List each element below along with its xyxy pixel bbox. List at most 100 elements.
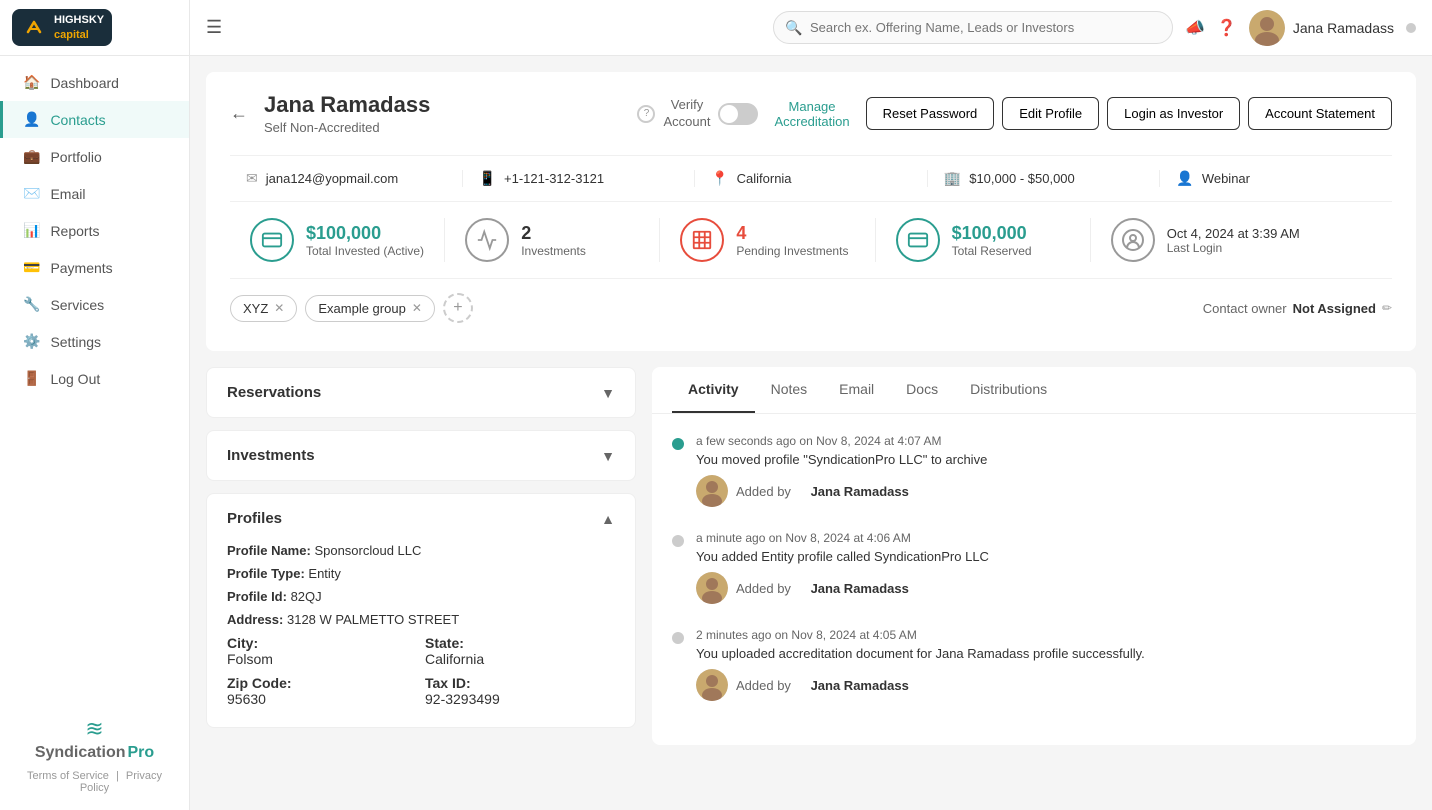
reservations-header[interactable]: Reservations ▼: [207, 368, 635, 417]
activity-item-2: 2 minutes ago on Nov 8, 2024 at 4:05 AM …: [672, 628, 1396, 701]
activity-user-2: Added by Jana Ramadass: [696, 669, 1396, 701]
tab-distributions[interactable]: Distributions: [954, 367, 1063, 413]
activity-username-2: Jana Ramadass: [811, 678, 909, 693]
tab-email[interactable]: Email: [823, 367, 890, 413]
sidebar-item-services[interactable]: 🔧 Services: [0, 286, 189, 323]
sidebar-item-contacts[interactable]: 👤 Contacts: [0, 101, 189, 138]
right-panel: Activity Notes Email Docs Distributions …: [652, 367, 1416, 745]
profile-field-address: Address: 3128 W PALMETTO STREET: [227, 612, 615, 627]
activity-dot-1: [672, 535, 684, 547]
verify-toggle[interactable]: [718, 103, 758, 125]
reports-icon: 📊: [23, 222, 40, 239]
stat-invested-value: $100,000: [306, 223, 424, 244]
edit-profile-button[interactable]: Edit Profile: [1002, 97, 1099, 130]
sidebar-item-dashboard[interactable]: 🏠 Dashboard: [0, 64, 189, 101]
profiles-title: Profiles: [227, 510, 282, 527]
user-avatar-icon-2: [696, 669, 728, 701]
sidebar-item-reports[interactable]: 📊 Reports: [0, 212, 189, 249]
email-value: jana124@yopmail.com: [266, 171, 398, 186]
email-info: ✉ jana124@yopmail.com: [230, 170, 463, 187]
main-content: ☰ 🔍 📣 ❓ Jana Ramadass: [190, 0, 1432, 810]
sidebar-item-logout[interactable]: 🚪 Log Out: [0, 360, 189, 397]
money-icon: [261, 229, 283, 251]
profile-name: Jana Ramadass: [264, 92, 621, 118]
contact-owner-edit-icon[interactable]: ✏: [1382, 301, 1392, 315]
building-icon: [691, 229, 713, 251]
profile-field-taxid: Tax ID: 92-3293499: [425, 675, 615, 707]
stat-reserved-label: Total Reserved: [952, 244, 1032, 258]
profile-fields-grid: City: Folsom State: California Zip Code:…: [227, 635, 615, 707]
investments-header[interactable]: Investments ▼: [207, 431, 635, 480]
account-statement-button[interactable]: Account Statement: [1248, 97, 1392, 130]
tabs: Activity Notes Email Docs Distributions: [652, 367, 1416, 414]
reservations-arrow: ▼: [601, 385, 615, 401]
payments-icon: 💳: [23, 259, 40, 276]
profile-field-city: City: Folsom: [227, 635, 417, 667]
last-login-value: Oct 4, 2024 at 3:39 AM: [1167, 226, 1300, 241]
activity-text-1: You added Entity profile called Syndicat…: [696, 549, 1396, 564]
profile-field-zip: Zip Code: 95630: [227, 675, 417, 707]
login-as-investor-button[interactable]: Login as Investor: [1107, 97, 1240, 130]
verify-label: VerifyAccount: [663, 97, 710, 131]
logout-icon: 🚪: [23, 370, 40, 387]
phone-value: +1-121-312-3121: [504, 171, 604, 186]
profiles-header[interactable]: Profiles ▲: [207, 494, 635, 543]
sidebar-item-label: Portfolio: [50, 149, 101, 165]
profile-field-type: Profile Type: Entity: [227, 566, 615, 581]
last-login-icon: [1111, 218, 1155, 262]
activity-avatar-0: [696, 475, 728, 507]
contact-owner: Contact owner Not Assigned ✏: [1203, 301, 1392, 316]
activity-text-0: You moved profile "SyndicationPro LLC" t…: [696, 452, 1396, 467]
brand-tilde-icon: ≋: [85, 718, 103, 740]
notification-icon[interactable]: 📣: [1185, 18, 1205, 38]
tab-content-activity: a few seconds ago on Nov 8, 2024 at 4:07…: [652, 414, 1416, 745]
stat-total-invested: $100,000 Total Invested (Active): [230, 218, 445, 262]
profile-field-name: Profile Name: Sponsorcloud LLC: [227, 543, 615, 558]
sidebar-item-payments[interactable]: 💳 Payments: [0, 249, 189, 286]
status-indicator: [1406, 23, 1416, 33]
user-info[interactable]: Jana Ramadass: [1249, 10, 1394, 46]
profile-info-row: ✉ jana124@yopmail.com 📱 +1-121-312-3121 …: [230, 155, 1392, 202]
email-info-icon: ✉: [246, 170, 258, 187]
terms-link[interactable]: Terms of Service: [27, 770, 109, 782]
tag-example-label: Example group: [318, 301, 405, 316]
activity-dot-2: [672, 632, 684, 644]
profile-name-section: Jana Ramadass Self Non-Accredited: [264, 92, 621, 135]
reset-password-button[interactable]: Reset Password: [866, 97, 995, 130]
help-icon[interactable]: ❓: [1217, 18, 1237, 38]
activity-item-0: a few seconds ago on Nov 8, 2024 at 4:07…: [672, 434, 1396, 507]
stat-reserved: $100,000 Total Reserved: [876, 218, 1091, 262]
stat-pending-label: Pending Investments: [736, 244, 848, 258]
hamburger-menu[interactable]: ☰: [206, 17, 222, 38]
tab-activity[interactable]: Activity: [672, 367, 755, 413]
add-tag-button[interactable]: +: [443, 293, 473, 323]
tab-docs[interactable]: Docs: [890, 367, 954, 413]
sidebar-item-settings[interactable]: ⚙️ Settings: [0, 323, 189, 360]
user-avatar-icon-0: [696, 475, 728, 507]
sidebar-footer: ≋ SyndicationPro Terms of Service | Priv…: [0, 702, 189, 810]
sidebar-item-email[interactable]: ✉️ Email: [0, 175, 189, 212]
sidebar-item-label: Contacts: [50, 112, 105, 128]
activity-avatar-1: [696, 572, 728, 604]
avatar: [1249, 10, 1285, 46]
contact-owner-label: Contact owner: [1203, 301, 1287, 316]
search-input[interactable]: [773, 11, 1173, 44]
tag-xyz-remove[interactable]: ✕: [274, 301, 284, 315]
source-icon: 👤: [1176, 170, 1193, 187]
tab-notes[interactable]: Notes: [755, 367, 824, 413]
back-button[interactable]: ←: [230, 103, 248, 124]
stat-pending-icon: [680, 218, 724, 262]
contact-owner-value: Not Assigned: [1293, 301, 1376, 316]
sidebar-item-portfolio[interactable]: 💼 Portfolio: [0, 138, 189, 175]
tag-example-remove[interactable]: ✕: [412, 301, 422, 315]
stat-pending-value: 4: [736, 223, 848, 244]
profile-field-id: Profile Id: 82QJ: [227, 589, 615, 604]
manage-accreditation-link[interactable]: ManageAccreditation: [774, 99, 849, 129]
tag-xyz-label: XYZ: [243, 301, 268, 316]
settings-icon: ⚙️: [23, 333, 40, 350]
location-value: California: [737, 171, 792, 186]
sidebar-item-label: Reports: [50, 223, 99, 239]
stat-invested-label: Total Invested (Active): [306, 244, 424, 258]
stat-investments-data: 2 Investments: [521, 223, 586, 258]
verify-section: ? VerifyAccount: [637, 97, 758, 131]
